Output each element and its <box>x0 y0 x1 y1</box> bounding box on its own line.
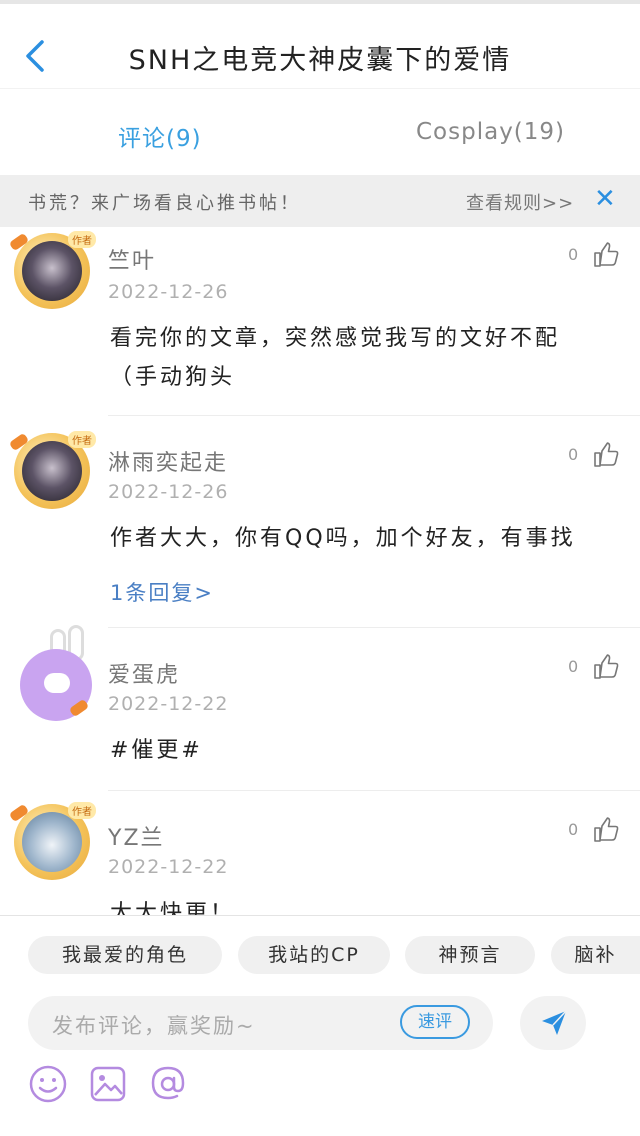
quick-tag-chip[interactable]: 我最爱的角色 <box>28 936 222 974</box>
comment-text: #催更# <box>110 738 203 763</box>
quick-tag-chip[interactable]: 脑补 <box>551 936 640 974</box>
comment-date: 2022-12-26 <box>108 481 229 503</box>
comment-item: 作者 淋雨奕起走 2022-12-26 0 作者大大，你有QQ吗，加个好友，有事… <box>0 417 640 629</box>
mention-icon[interactable] <box>146 1062 190 1106</box>
comment-item: 作者 YZ兰 2022-12-22 0 大大快更！ <box>0 792 640 915</box>
close-icon[interactable]: ✕ <box>594 185 616 213</box>
author-badge: 作者 <box>68 802 96 819</box>
emoji-icon[interactable] <box>26 1062 70 1106</box>
comment-item: 爱蛋虎 2022-12-22 0 #催更# <box>0 625 640 792</box>
comment-text: 作者大大，你有QQ吗，加个好友，有事找 <box>110 526 576 551</box>
comment-item: 作者 竺叶 2022-12-26 0 看完你的文章，突然感觉我写的文好不配（手动… <box>0 227 640 417</box>
comment-date: 2022-12-22 <box>108 856 229 878</box>
divider <box>108 790 640 791</box>
quick-review-button[interactable]: 速评 <box>400 1005 470 1039</box>
divider <box>108 415 640 416</box>
thumbs-up-icon[interactable] <box>592 241 620 269</box>
like-count: 0 <box>568 657 579 676</box>
thumbs-up-icon[interactable] <box>592 441 620 469</box>
comment-username[interactable]: 淋雨奕起走 <box>108 445 228 477</box>
notice-text: 书荒？来广场看良心推书帖！ <box>28 193 301 214</box>
comment-text: 大大快更！ <box>110 901 236 915</box>
avatar-photo <box>22 812 82 872</box>
avatar[interactable] <box>14 625 100 725</box>
divider <box>108 627 640 628</box>
avatar[interactable]: 作者 <box>8 802 96 880</box>
comment-username[interactable]: 竺叶 <box>108 243 156 275</box>
page-title: SNH之电竞大神皮囊下的爱情 <box>128 45 512 76</box>
quick-tag-chip[interactable]: 神预言 <box>405 936 535 974</box>
header: SNH之电竞大神皮囊下的爱情 <box>0 4 640 88</box>
like-count: 0 <box>568 820 579 839</box>
comment-username[interactable]: YZ兰 <box>108 820 165 852</box>
comment-input-placeholder: 发布评论，赢奖励~ <box>52 1014 256 1038</box>
chat-bubble-icon <box>44 673 70 693</box>
avatar-photo <box>22 441 82 501</box>
view-rules-link[interactable]: 查看规则>> <box>466 189 574 215</box>
thumbs-up-icon[interactable] <box>592 653 620 681</box>
comment-text: 看完你的文章，突然感觉我写的文好不配（手动狗头 <box>110 326 561 390</box>
thumbs-up-icon[interactable] <box>592 816 620 844</box>
comment-input[interactable]: 发布评论，赢奖励~ 速评 <box>28 996 493 1050</box>
tab-cosplay[interactable]: Cosplay(19) <box>416 119 565 145</box>
comment-username[interactable]: 爱蛋虎 <box>108 657 180 689</box>
author-badge: 作者 <box>68 231 96 248</box>
like-count: 0 <box>568 245 579 264</box>
avatar[interactable]: 作者 <box>8 231 96 309</box>
author-badge: 作者 <box>68 431 96 448</box>
quick-tag-chip[interactable]: 我站的CP <box>238 936 390 974</box>
tab-comments[interactable]: 评论(9) <box>118 119 202 153</box>
avatar-photo <box>22 241 82 301</box>
comment-date: 2022-12-26 <box>108 281 229 303</box>
send-button[interactable] <box>520 996 586 1050</box>
back-arrow-icon[interactable] <box>22 38 48 74</box>
tab-bar: 评论(9) Cosplay(19) <box>0 88 640 175</box>
like-count: 0 <box>568 445 579 464</box>
comment-date: 2022-12-22 <box>108 693 229 715</box>
image-icon[interactable] <box>86 1062 130 1106</box>
send-icon <box>542 1010 567 1035</box>
avatar[interactable]: 作者 <box>8 431 96 509</box>
view-replies-link[interactable]: 1条回复> <box>110 577 214 607</box>
notice-banner: 书荒？来广场看良心推书帖！ 查看规则>> ✕ <box>0 175 640 227</box>
comment-composer: 我最爱的角色 我站的CP 神预言 脑补 发布评论，赢奖励~ 速评 <box>0 915 640 1136</box>
